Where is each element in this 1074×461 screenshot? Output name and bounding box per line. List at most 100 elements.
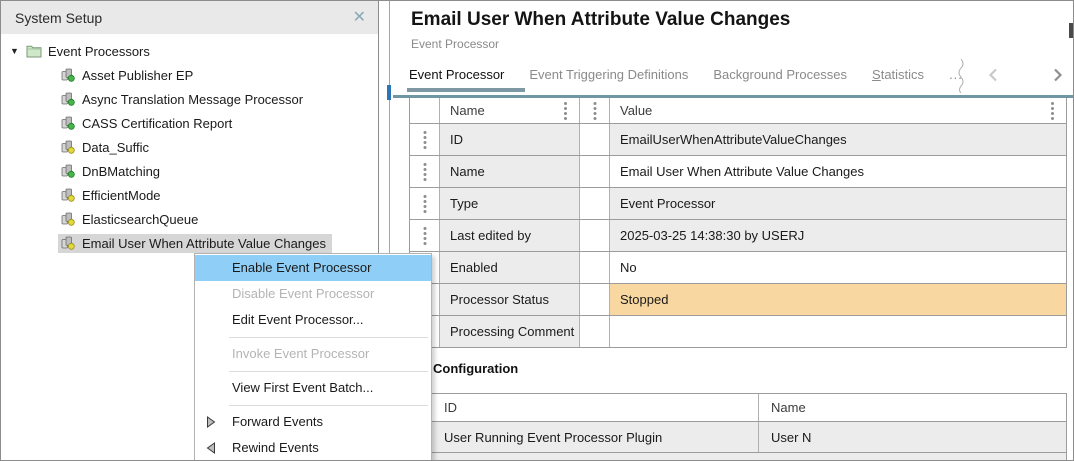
forward-triangle-icon [206,416,216,428]
tree-item-label: Async Translation Message Processor [82,92,303,107]
menu-separator [195,401,431,409]
column-header-value[interactable]: Value [610,98,1066,123]
chevron-down-icon[interactable]: ▼ [10,46,26,56]
page-subtitle: Event Processor [411,37,499,51]
property-name: Processor Status [440,284,580,315]
tree-item-label: ElasticsearchQueue [82,212,198,227]
rewind-triangle-icon [206,442,216,454]
tree-item[interactable]: EfficientMode [1,183,378,207]
menu-item-view-first-event-batch[interactable]: View First Event Batch... [195,375,431,401]
property-name: ID [440,124,580,155]
status-value[interactable]: Stopped [610,284,1066,315]
table-row: ID EmailUserWhenAttributeValueChanges [410,124,1066,156]
grip-icon [423,131,426,134]
column-grip-icon[interactable] [593,102,596,105]
tree-item[interactable]: Data_Suffic [1,135,378,159]
tree-item-label: Asset Publisher EP [82,68,193,83]
tab-background-processes[interactable]: Background Processes [713,67,847,82]
tree-item[interactable]: Async Translation Message Processor [1,87,378,111]
event-processor-icon [60,236,76,250]
column-header-name-label: Name [450,103,485,118]
menu-item-edit-event-processor[interactable]: Edit Event Processor... [195,307,431,333]
menu-item-forward-events[interactable]: Forward Events [195,409,431,435]
tab-bar: Event Processor Event Triggering Definit… [409,67,967,82]
config-row-id: User Running Event Processor Plugin [432,422,759,452]
table-row: Enabled No [410,252,1066,284]
tab-statistics[interactable]: Statistics [872,67,924,82]
property-value[interactable]: No [610,252,1066,283]
column-header-name[interactable]: Name [440,98,580,123]
config-row-name: User N [759,422,1066,452]
property-flag-cell [580,316,610,347]
event-processor-icon [60,188,76,202]
menu-item-rewind-events[interactable]: Rewind Events [195,435,431,461]
config-column-id[interactable]: ID [432,394,759,421]
tree-item-label: Email User When Attribute Value Changes [82,236,326,251]
tab-scroll-left-icon [986,67,1002,83]
property-flag-cell [580,124,610,155]
menu-item-enable-event-processor[interactable]: Enable Event Processor [195,255,431,281]
event-processor-icon [60,140,76,154]
tab-event-processor[interactable]: Event Processor [409,67,504,82]
table-row: Processor Status Stopped [410,284,1066,316]
column-header-flags[interactable] [580,98,610,123]
menu-separator [195,333,431,341]
tab-scroll-right-icon[interactable] [1049,67,1065,83]
row-drag-handle[interactable] [410,188,440,219]
torn-edge-divider [956,59,966,93]
property-value[interactable]: EmailUserWhenAttributeValueChanges [610,124,1066,155]
clipped-edge-icon [1069,23,1074,38]
config-column-name[interactable]: Name [759,394,1066,421]
tree-item-label: DnBMatching [82,164,160,179]
property-name: Name [440,156,580,187]
panel-title: System Setup [15,10,102,26]
table-row[interactable]: User Running Event Processor Plugin User… [432,422,1066,453]
column-grip-icon[interactable] [564,102,567,105]
tree-item[interactable]: ElasticsearchQueue [1,207,378,231]
property-value[interactable] [610,316,1066,347]
configuration-table: ID Name User Running Event Processor Plu… [431,393,1067,461]
row-gutter-header [410,98,440,123]
configuration-header-row: ID Name [432,394,1066,422]
property-value[interactable]: Email User When Attribute Value Changes [610,156,1066,187]
event-processor-icon [60,68,76,82]
tree-root-event-processors[interactable]: ▼ Event Processors [1,39,378,63]
tree-item[interactable]: CASS Certification Report [1,111,378,135]
row-drag-handle[interactable] [410,220,440,251]
row-drag-handle[interactable] [410,124,440,155]
splitter-handle[interactable] [387,85,391,100]
event-processor-icon [60,164,76,178]
event-processor-icon [60,92,76,106]
tab-event-triggering-definitions[interactable]: Event Triggering Definitions [529,67,688,82]
active-tab-underline [407,88,525,92]
properties-table: Name Value ID EmailUserWhenAttributeValu… [409,98,1067,348]
table-row: Last edited by 2025-03-25 14:38:30 by US… [410,220,1066,252]
menu-separator [195,367,431,375]
table-row: Processing Comment [410,316,1066,348]
tree-item[interactable]: Asset Publisher EP [1,63,378,87]
menu-item-invoke-event-processor: Invoke Event Processor [195,341,431,367]
property-flag-cell [580,252,610,283]
row-drag-handle[interactable] [410,156,440,187]
tree-item-label: Data_Suffic [82,140,149,155]
event-processor-icon [60,116,76,130]
panel-header: System Setup ✕ [1,1,378,34]
tree-item-selected[interactable]: Email User When Attribute Value Changes [1,231,378,255]
page-title: Email User When Attribute Value Changes [411,9,790,31]
grip-icon [423,195,426,198]
menu-item-label: Rewind Events [232,440,319,455]
close-icon[interactable]: ✕ [353,10,366,26]
property-value[interactable]: Event Processor [610,188,1066,219]
menu-item-label: Forward Events [232,414,323,429]
table-row: Name Email User When Attribute Value Cha… [410,156,1066,188]
grip-icon [423,163,426,166]
property-value[interactable]: 2025-03-25 14:38:30 by USERJ [610,220,1066,251]
folder-icon [26,44,42,58]
configuration-heading: Configuration [433,361,518,376]
table-row-clipped [432,453,1066,461]
column-grip-icon[interactable] [1051,102,1054,105]
property-name: Processing Comment [440,316,580,347]
tree-item[interactable]: DnBMatching [1,159,378,183]
properties-header-row: Name Value [410,98,1066,124]
property-name: Enabled [440,252,580,283]
